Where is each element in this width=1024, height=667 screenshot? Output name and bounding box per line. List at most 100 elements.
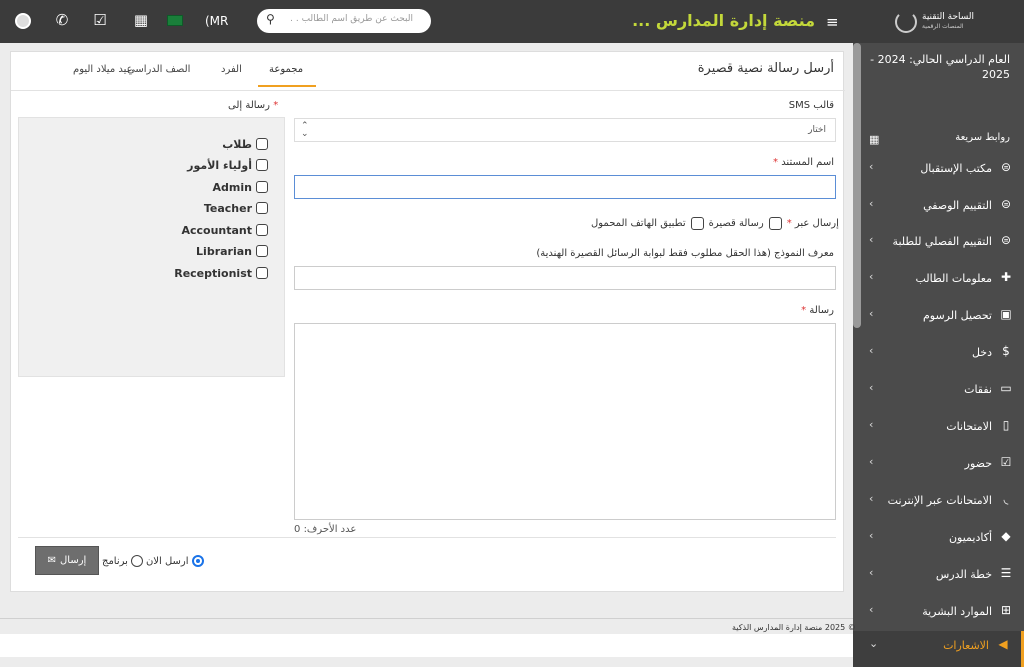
role-accountant[interactable]: Accountant [181, 222, 268, 238]
graduation-cap-icon: ◆ [1001, 529, 1011, 543]
message-to-label: * رسالة إلى [228, 100, 279, 111]
sidebar-item-label: تحصيل الرسوم [922, 309, 992, 322]
tabs: عيد ميلاد اليوم الصف الدراسي الفرد مجموع… [23, 52, 318, 88]
sidebar-item[interactable]: تحصيل الرسوم ▣ ‹ [853, 301, 1024, 331]
hamburger-icon[interactable]: ≡ [826, 13, 839, 31]
sms-template-value: اختار [808, 125, 826, 135]
radio-send-now[interactable] [191, 555, 204, 567]
checkbox-sms[interactable] [768, 216, 782, 230]
schedule-label: برنامج [102, 555, 128, 567]
sidebar-item[interactable]: التقييم الوصفي ⊜ ‹ [853, 191, 1024, 221]
calendar-check-icon: ☑ [1000, 455, 1012, 469]
sidebar-item-label: دخل [971, 346, 992, 359]
role-admin[interactable]: Admin [213, 179, 268, 195]
chevron-left-icon: ‹ [869, 529, 874, 542]
dollar-icon: $ [1002, 344, 1010, 358]
currency-selector[interactable]: (MR [205, 14, 228, 28]
checkbox[interactable] [256, 267, 268, 279]
sidebar-item[interactable]: مكتب الإستقبال ⊜ ‹ [853, 154, 1024, 184]
calendar-icon[interactable]: ▦ [131, 11, 151, 29]
map-icon: ▯ [1002, 418, 1010, 432]
sidebar-item-label: مكتب الإستقبال [920, 162, 992, 175]
active-tab-indicator [258, 85, 316, 87]
tab-group[interactable]: مجموعة [269, 64, 303, 75]
tab-birthday[interactable]: عيد ميلاد اليوم [73, 64, 133, 75]
user-avatar-icon[interactable] [15, 13, 31, 29]
document-name-label: اسم المستند * [773, 157, 834, 168]
sidebar-item-label: الموارد البشرية [922, 605, 992, 618]
search-icon[interactable]: ⚲ [266, 12, 275, 26]
chevron-left-icon: ‹ [869, 566, 874, 579]
sidebar-item-label: نفقات [964, 383, 992, 396]
checkbox[interactable] [256, 159, 268, 171]
sidebar-item[interactable]: معلومات الطالب ✚ ‹ [853, 264, 1024, 294]
checkbox[interactable] [256, 224, 268, 236]
chevron-left-icon: ‹ [869, 270, 874, 283]
role-students[interactable]: طلاب [222, 136, 268, 152]
message-textarea[interactable] [294, 323, 836, 520]
sidebar-item[interactable]: التقييم الفصلي للطلبة ⊜ ‹ [853, 227, 1024, 257]
sidebar-item[interactable]: خطة الدرس ☰ ‹ [853, 560, 1024, 590]
tab-class[interactable]: الصف الدراسي [127, 64, 190, 75]
template-id-input[interactable] [294, 266, 836, 290]
grid-icon[interactable]: ▦ [869, 133, 879, 146]
checkbox-mobile-app[interactable] [690, 216, 704, 230]
role-librarian[interactable]: Librarian [196, 243, 268, 259]
sidebar-scrollbar[interactable] [853, 43, 861, 328]
checkbox[interactable] [256, 202, 268, 214]
chevron-updown-icon: ⌃ ⌄ [301, 121, 309, 139]
radio-schedule[interactable] [130, 555, 143, 567]
footer-bar [0, 634, 853, 657]
list-icon: ☰ [1000, 566, 1012, 580]
footer-divider [0, 618, 853, 619]
sidebar-item[interactable]: نفقات ▭ ‹ [853, 375, 1024, 405]
sidebar-item-label: أكاديميون [948, 531, 992, 544]
whatsapp-icon[interactable]: ✆ [52, 11, 72, 29]
logo[interactable]: الساحة التقنية المنصات الرقمية [895, 8, 1005, 36]
chevron-left-icon: ‹ [869, 197, 874, 210]
academic-year: العام الدراسي الحالي: 2024 - 2025 [870, 53, 1010, 81]
role-parents[interactable]: أولياء الأمور [187, 157, 268, 173]
sidebar-item[interactable]: أكاديميون ◆ ‹ [853, 523, 1024, 553]
money-icon: ▣ [1000, 307, 1012, 321]
chevron-left-icon: ‹ [869, 492, 874, 505]
flag-icon[interactable] [167, 15, 183, 26]
sms-template-select[interactable]: اختار ⌃ ⌄ [294, 118, 836, 142]
send-via-mobile-app: تطبيق الهاتف المحمول [591, 217, 686, 229]
top-bar: ✆ ☑ ▦ (MR ⚲ البحث عن طريق اسم الطالب . .… [0, 0, 1024, 43]
envelope-icon: ✉ [47, 555, 57, 566]
tab-individual[interactable]: الفرد [221, 64, 242, 75]
checkbox[interactable] [256, 245, 268, 257]
template-id-label: معرف النموذج (هذا الحقل مطلوب فقط لبوابة… [536, 248, 834, 259]
sidebar-item-label: التقييم الوصفي [923, 199, 992, 212]
chevron-left-icon: ‹ [869, 344, 874, 357]
checkbox[interactable] [256, 181, 268, 193]
send-button[interactable]: ✉ إرسال [35, 546, 99, 575]
sidebar-item-label: حضور [964, 457, 992, 470]
quick-links[interactable]: روابط سريعة ▦ [853, 132, 1024, 150]
credit-card-icon: ▭ [1000, 381, 1012, 395]
chevron-down-icon: ⌄ [869, 637, 879, 650]
sidebar-item[interactable]: الامتحانات عبر الإنترنت ◟ ‹ [853, 486, 1024, 516]
sidebar-item[interactable]: دخل $ ‹ [853, 338, 1024, 368]
role-receptionist[interactable]: Receptionist [174, 265, 268, 281]
chevron-left-icon: ‹ [869, 455, 874, 468]
sidebar-item[interactable]: الموارد البشرية ⊞ ‹ [853, 597, 1024, 627]
sidebar-item[interactable]: الاشعارات ◀ ⌄ [853, 631, 1024, 667]
role-teacher[interactable]: Teacher [204, 200, 268, 216]
check-square-icon[interactable]: ☑ [90, 11, 110, 29]
quick-links-label: روابط سريعة [955, 132, 1010, 143]
sidebar-item[interactable]: حضور ☑ ‹ [853, 449, 1024, 479]
document-name-input[interactable] [294, 175, 836, 199]
sidebar-item[interactable]: الامتحانات ▯ ‹ [853, 412, 1024, 442]
checkbox[interactable] [256, 138, 268, 150]
reception-icon: ⊜ [1000, 160, 1012, 174]
send-now-label: ارسل الان [145, 555, 189, 567]
app-title: منصة إدارة المدارس ... [632, 11, 815, 30]
search-input[interactable]: ⚲ البحث عن طريق اسم الطالب . . [257, 9, 431, 33]
send-via: إرسال عبر * رسالة قصيرة تطبيق الهاتف الم… [591, 215, 839, 231]
sms-template-label: قالب SMS [788, 100, 834, 111]
sidebar-item-label: التقييم الفصلي للطلبة [892, 235, 992, 248]
sidebar-item-label: خطة الدرس [935, 568, 992, 581]
chevron-left-icon: ‹ [869, 160, 874, 173]
